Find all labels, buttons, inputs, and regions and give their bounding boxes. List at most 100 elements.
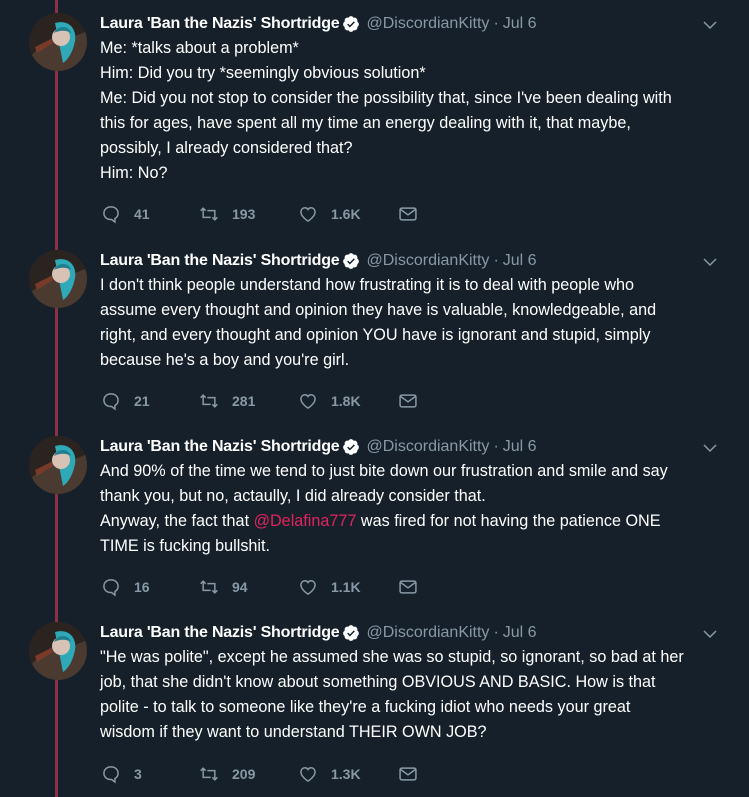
reply-button[interactable]: 16 [101,577,199,597]
tweet-actions: 16 94 1.1K [101,576,418,598]
like-icon [298,764,318,784]
tweet-text-line: wisdom if they want to understand THEIR … [100,723,487,741]
reply-count: 41 [134,206,150,222]
avatar[interactable] [29,622,87,680]
retweet-button[interactable]: 193 [199,204,298,224]
tweet-text-line: Me: *talks about a problem* [100,39,299,57]
envelope-icon [398,577,418,597]
retweet-icon [199,204,219,224]
avatar[interactable] [29,436,87,494]
dm-button[interactable] [398,764,418,784]
verified-badge-icon [342,624,360,642]
reply-icon [101,391,121,411]
tweet-date[interactable]: Jul 6 [503,15,537,33]
like-button[interactable]: 1.1K [298,577,398,597]
dm-button[interactable] [398,577,418,597]
dm-button[interactable] [398,391,418,411]
tweet-body: Laura 'Ban the Nazis' Shortridge @Discor… [100,250,730,373]
dm-button[interactable] [398,204,418,224]
avatar[interactable] [29,13,87,71]
tweet-text-line: polite - to talk to someone like they're… [100,698,631,716]
tweet-text-line: "He was polite", except he assumed she w… [100,648,684,666]
like-count: 1.8K [331,393,361,409]
tweet-thread: Laura 'Ban the Nazis' Shortridge @Discor… [0,0,749,797]
chevron-down-icon[interactable] [701,625,719,643]
tweet-header: Laura 'Ban the Nazis' Shortridge @Discor… [100,622,730,644]
tweet-text-line: right, and every thought and opinion YOU… [100,326,651,344]
separator-dot: · [493,624,499,641]
reply-button[interactable]: 41 [101,204,199,224]
tweet-text-line: Him: No? [100,164,168,182]
retweet-count: 209 [232,766,256,782]
tweet-text-line: job, that she didn't know about somethin… [100,673,656,691]
tweet-header: Laura 'Ban the Nazis' Shortridge @Discor… [100,436,730,458]
reply-icon [101,764,121,784]
tweet-text: And 90% of the time we tend to just bite… [100,459,730,559]
chevron-down-icon[interactable] [701,439,719,457]
tweet-text-line: thank you, but no, actaully, I did alrea… [100,487,486,505]
tweet-body: Laura 'Ban the Nazis' Shortridge @Discor… [100,436,730,559]
author-handle[interactable]: @DiscordianKitty [366,438,489,456]
tweet-date[interactable]: Jul 6 [503,252,537,270]
tweet-body: Laura 'Ban the Nazis' Shortridge @Discor… [100,13,730,186]
like-button[interactable]: 1.6K [298,204,398,224]
like-count: 1.6K [331,206,361,222]
chevron-down-icon[interactable] [701,253,719,271]
tweet-text-line: Him: Did you try *seemingly obvious solu… [100,64,426,82]
retweet-icon [199,577,219,597]
author-name[interactable]: Laura 'Ban the Nazis' Shortridge [100,15,340,33]
tweet-text-line: this for ages, have spent all my time an… [100,114,631,132]
tweet-text-line: Anyway, the fact that @Delafina777 was f… [100,509,730,534]
tweet-text-line: possibly, I already considered that? [100,139,353,157]
like-count: 1.3K [331,766,361,782]
mention-link[interactable]: @Delafina777 [254,512,357,530]
author-handle[interactable]: @DiscordianKitty [366,15,489,33]
separator-dot: · [493,252,499,269]
reply-button[interactable]: 3 [101,764,199,784]
text-segment: was fired for not having the patience ON… [356,512,661,530]
author-name[interactable]: Laura 'Ban the Nazis' Shortridge [100,438,340,456]
tweet-actions: 41 193 1.6K [101,203,418,225]
retweet-count: 94 [232,579,248,595]
tweet-body: Laura 'Ban the Nazis' Shortridge @Discor… [100,622,730,745]
tweet-actions: 3 209 1.3K [101,763,418,785]
author-handle[interactable]: @DiscordianKitty [366,252,489,270]
tweet-text-line: because he's a boy and you're girl. [100,351,350,369]
retweet-count: 193 [232,206,256,222]
author-name[interactable]: Laura 'Ban the Nazis' Shortridge [100,252,340,270]
tweet-date[interactable]: Jul 6 [503,438,537,456]
tweet-text-line: assume every thought and opinion they ha… [100,301,657,319]
chevron-down-icon[interactable] [701,16,719,34]
like-count: 1.1K [331,579,361,595]
reply-button[interactable]: 21 [101,391,199,411]
like-icon [298,204,318,224]
tweet-text-line: Me: Did you not stop to consider the pos… [100,89,672,107]
tweet-actions: 21 281 1.8K [101,390,418,412]
verified-badge-icon [342,252,360,270]
like-button[interactable]: 1.3K [298,764,398,784]
author-name[interactable]: Laura 'Ban the Nazis' Shortridge [100,624,340,642]
tweet-text-line: And 90% of the time we tend to just bite… [100,462,668,480]
text-segment: Anyway, the fact that [100,512,254,530]
author-handle[interactable]: @DiscordianKitty [366,624,489,642]
tweet-text-line: I don't think people understand how frus… [100,276,635,294]
retweet-button[interactable]: 281 [199,391,298,411]
verified-badge-icon [342,15,360,33]
reply-icon [101,204,121,224]
like-icon [298,577,318,597]
reply-count: 21 [134,393,150,409]
like-button[interactable]: 1.8K [298,391,398,411]
tweet-header: Laura 'Ban the Nazis' Shortridge @Discor… [100,250,730,272]
retweet-button[interactable]: 209 [199,764,298,784]
tweet-date[interactable]: Jul 6 [503,624,537,642]
avatar[interactable] [29,250,87,308]
retweet-icon [199,764,219,784]
tweet-text-line: TIME is fucking bullshit. [100,537,271,555]
retweet-button[interactable]: 94 [199,577,298,597]
reply-count: 3 [134,766,142,782]
reply-count: 16 [134,579,150,595]
like-icon [298,391,318,411]
envelope-icon [398,391,418,411]
tweet-text: "He was polite", except he assumed she w… [100,645,730,745]
verified-badge-icon [342,438,360,456]
